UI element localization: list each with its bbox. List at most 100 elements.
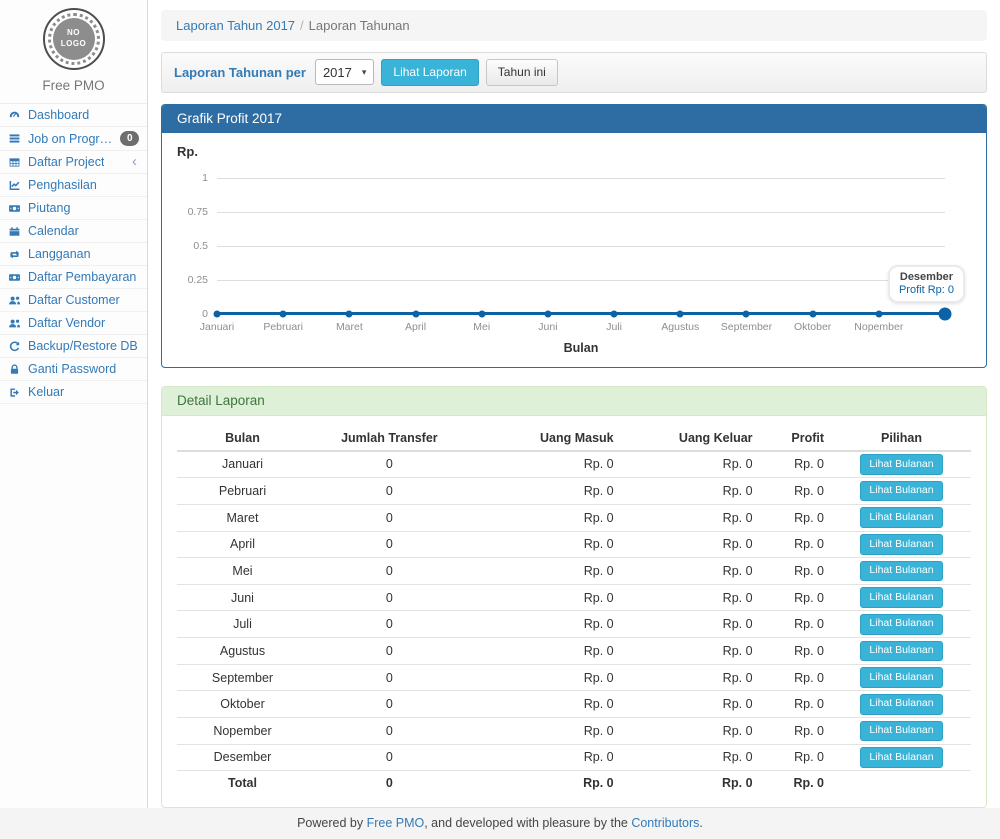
sidebar-item-job-on-progress[interactable]: Job on Progress0: [0, 127, 147, 151]
lihat-bulanan-button[interactable]: Lihat Bulanan: [860, 721, 942, 742]
table-row-nopember: Nopember0Rp. 0Rp. 0Rp. 0Lihat Bulanan: [177, 718, 971, 745]
retweet-icon: [8, 247, 22, 261]
sidebar-item-label: Keluar: [28, 385, 64, 399]
lihat-bulanan-button[interactable]: Lihat Bulanan: [860, 694, 942, 715]
year-select[interactable]: 2017 ▾: [315, 59, 374, 85]
cell-profit: Rp. 0: [761, 451, 832, 478]
lihat-bulanan-button[interactable]: Lihat Bulanan: [860, 481, 942, 502]
cell-jumlah_transfer: 0: [308, 584, 471, 611]
profit-line: [217, 312, 945, 315]
data-point-juni[interactable]: [544, 310, 551, 317]
cell-profit: Rp. 0: [761, 558, 832, 585]
table-row-juni: Juni0Rp. 0Rp. 0Rp. 0Lihat Bulanan: [177, 584, 971, 611]
year-select-value: 2017: [323, 65, 352, 80]
cell-uang_keluar: Rp. 0: [622, 691, 761, 718]
chart-tooltip: DesemberProfit Rp: 0: [888, 265, 965, 303]
table-total-row: Total0Rp. 0Rp. 0Rp. 0: [177, 771, 971, 796]
lihat-laporan-button[interactable]: Lihat Laporan: [381, 59, 478, 86]
data-point-maret[interactable]: [346, 310, 353, 317]
column-header-bulan: Bulan: [177, 426, 308, 451]
cell-pilihan: Lihat Bulanan: [832, 478, 971, 505]
lihat-bulanan-button[interactable]: Lihat Bulanan: [860, 534, 942, 555]
x-tick-label: September: [721, 321, 772, 333]
sidebar-item-keluar[interactable]: Keluar: [0, 381, 147, 404]
sidebar-item-daftar-pembayaran[interactable]: Daftar Pembayaran: [0, 266, 147, 289]
data-point-oktober[interactable]: [809, 310, 816, 317]
x-tick-label: April: [405, 321, 426, 333]
lihat-bulanan-button[interactable]: Lihat Bulanan: [860, 641, 942, 662]
sidebar-item-dashboard[interactable]: Dashboard: [0, 104, 147, 127]
cell-uang_keluar: Rp. 0: [622, 638, 761, 665]
sign-out-icon: [8, 385, 22, 399]
lihat-bulanan-button[interactable]: Lihat Bulanan: [860, 454, 942, 475]
detail-panel: Detail Laporan BulanJumlah TransferUang …: [161, 386, 987, 809]
column-header-uang-masuk: Uang Masuk: [471, 426, 622, 451]
data-point-april[interactable]: [412, 310, 419, 317]
calendar-icon: [8, 224, 22, 238]
lihat-bulanan-button[interactable]: Lihat Bulanan: [860, 507, 942, 528]
sidebar-item-penghasilan[interactable]: Penghasilan: [0, 174, 147, 197]
lihat-bulanan-button[interactable]: Lihat Bulanan: [860, 587, 942, 608]
page: NO LOGO Free PMO DashboardJob on Progres…: [0, 0, 1000, 808]
cell-uang_keluar: Rp. 0: [622, 771, 761, 796]
data-point-desember[interactable]: [939, 307, 952, 320]
breadcrumb-separator: /: [300, 18, 304, 33]
cell-uang_keluar: Rp. 0: [622, 531, 761, 558]
sidebar-item-label: Daftar Vendor: [28, 316, 105, 330]
footer-link-contributors[interactable]: Contributors: [631, 816, 699, 830]
lock-icon: [8, 362, 22, 376]
data-point-agustus[interactable]: [677, 310, 684, 317]
lihat-bulanan-button[interactable]: Lihat Bulanan: [860, 747, 942, 768]
breadcrumb-link-laporan-tahun[interactable]: Laporan Tahun 2017: [176, 18, 295, 33]
cell-profit: Rp. 0: [761, 771, 832, 796]
data-point-nopember[interactable]: [875, 310, 882, 317]
footer-link-free-pmo[interactable]: Free PMO: [367, 816, 425, 830]
table-icon: [8, 155, 22, 169]
cell-uang_keluar: Rp. 0: [622, 744, 761, 771]
sidebar-item-label: Ganti Password: [28, 362, 116, 376]
footer-text: Powered by: [297, 816, 366, 830]
cell-pilihan: Lihat Bulanan: [832, 584, 971, 611]
lihat-bulanan-button[interactable]: Lihat Bulanan: [860, 614, 942, 635]
cell-pilihan: Lihat Bulanan: [832, 558, 971, 585]
sidebar-item-ganti-password[interactable]: Ganti Password: [0, 358, 147, 381]
column-header-jumlah-transfer: Jumlah Transfer: [308, 426, 471, 451]
sidebar-item-langganan[interactable]: Langganan: [0, 243, 147, 266]
data-point-pebruari[interactable]: [280, 310, 287, 317]
sidebar-item-piutang[interactable]: Piutang: [0, 197, 147, 220]
table-row-pebruari: Pebruari0Rp. 0Rp. 0Rp. 0Lihat Bulanan: [177, 478, 971, 505]
sidebar-item-daftar-vendor[interactable]: Daftar Vendor: [0, 312, 147, 335]
cell-uang_keluar: Rp. 0: [622, 558, 761, 585]
cell-uang_masuk: Rp. 0: [471, 504, 622, 531]
data-point-september[interactable]: [743, 310, 750, 317]
cell-bulan: Juni: [177, 584, 308, 611]
cell-uang_masuk: Rp. 0: [471, 531, 622, 558]
y-tick-label: 0.75: [188, 206, 208, 218]
data-point-januari[interactable]: [214, 310, 221, 317]
table-row-juli: Juli0Rp. 0Rp. 0Rp. 0Lihat Bulanan: [177, 611, 971, 638]
sidebar-menu: DashboardJob on Progress0Daftar Project‹…: [0, 103, 147, 404]
cell-bulan: Oktober: [177, 691, 308, 718]
tahun-ini-button[interactable]: Tahun ini: [486, 59, 558, 86]
sidebar-item-label: Calendar: [28, 224, 79, 238]
lihat-bulanan-button[interactable]: Lihat Bulanan: [860, 561, 942, 582]
footer: Powered by Free PMO, and developed with …: [0, 808, 1000, 839]
sidebar-item-daftar-customer[interactable]: Daftar Customer: [0, 289, 147, 312]
sidebar-item-calendar[interactable]: Calendar: [0, 220, 147, 243]
y-tick-label: 1: [202, 172, 208, 184]
table-row-april: April0Rp. 0Rp. 0Rp. 0Lihat Bulanan: [177, 531, 971, 558]
cell-jumlah_transfer: 0: [308, 718, 471, 745]
cell-uang_keluar: Rp. 0: [622, 718, 761, 745]
main-content: Laporan Tahun 2017/Laporan Tahunan Lapor…: [148, 0, 1000, 808]
sidebar-item-daftar-project[interactable]: Daftar Project‹: [0, 151, 147, 174]
cell-pilihan: Lihat Bulanan: [832, 744, 971, 771]
x-tick-label: Oktober: [794, 321, 831, 333]
data-point-mei[interactable]: [478, 310, 485, 317]
sidebar-item-label: Penghasilan: [28, 178, 97, 192]
cell-uang_masuk: Rp. 0: [471, 611, 622, 638]
cell-jumlah_transfer: 0: [308, 531, 471, 558]
data-point-juli[interactable]: [611, 310, 618, 317]
cell-bulan: Januari: [177, 451, 308, 478]
sidebar-item-backup-restore-db[interactable]: Backup/Restore DB: [0, 335, 147, 358]
lihat-bulanan-button[interactable]: Lihat Bulanan: [860, 667, 942, 688]
